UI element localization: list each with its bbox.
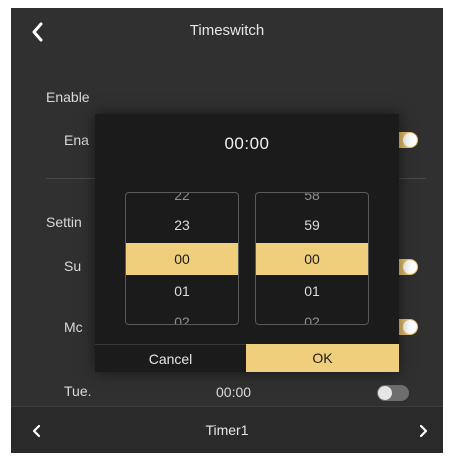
hour-option-selected[interactable]: 00 [126,243,238,275]
minute-option-selected[interactable]: 00 [256,243,368,275]
time-picker-dialog: 00:00 22 23 00 01 02 58 59 00 01 02 Canc… [95,114,399,372]
cancel-button[interactable]: Cancel [95,344,246,372]
minute-option[interactable]: 59 [256,209,368,241]
dialog-buttons: Cancel OK [95,344,399,372]
minute-picker[interactable]: 58 59 00 01 02 [255,192,369,325]
hour-picker[interactable]: 22 23 00 01 02 [125,192,239,325]
hour-option[interactable]: 23 [126,209,238,241]
minute-option[interactable]: 02 [256,306,368,324]
hour-option[interactable]: 01 [126,275,238,307]
hour-option[interactable]: 02 [126,306,238,324]
minute-option[interactable]: 01 [256,275,368,307]
ok-button[interactable]: OK [246,344,399,372]
dialog-time-display: 00:00 [224,134,270,153]
timeswitch-screen: Timeswitch Enable Ena Settin Su Mc Tue. … [11,8,443,453]
